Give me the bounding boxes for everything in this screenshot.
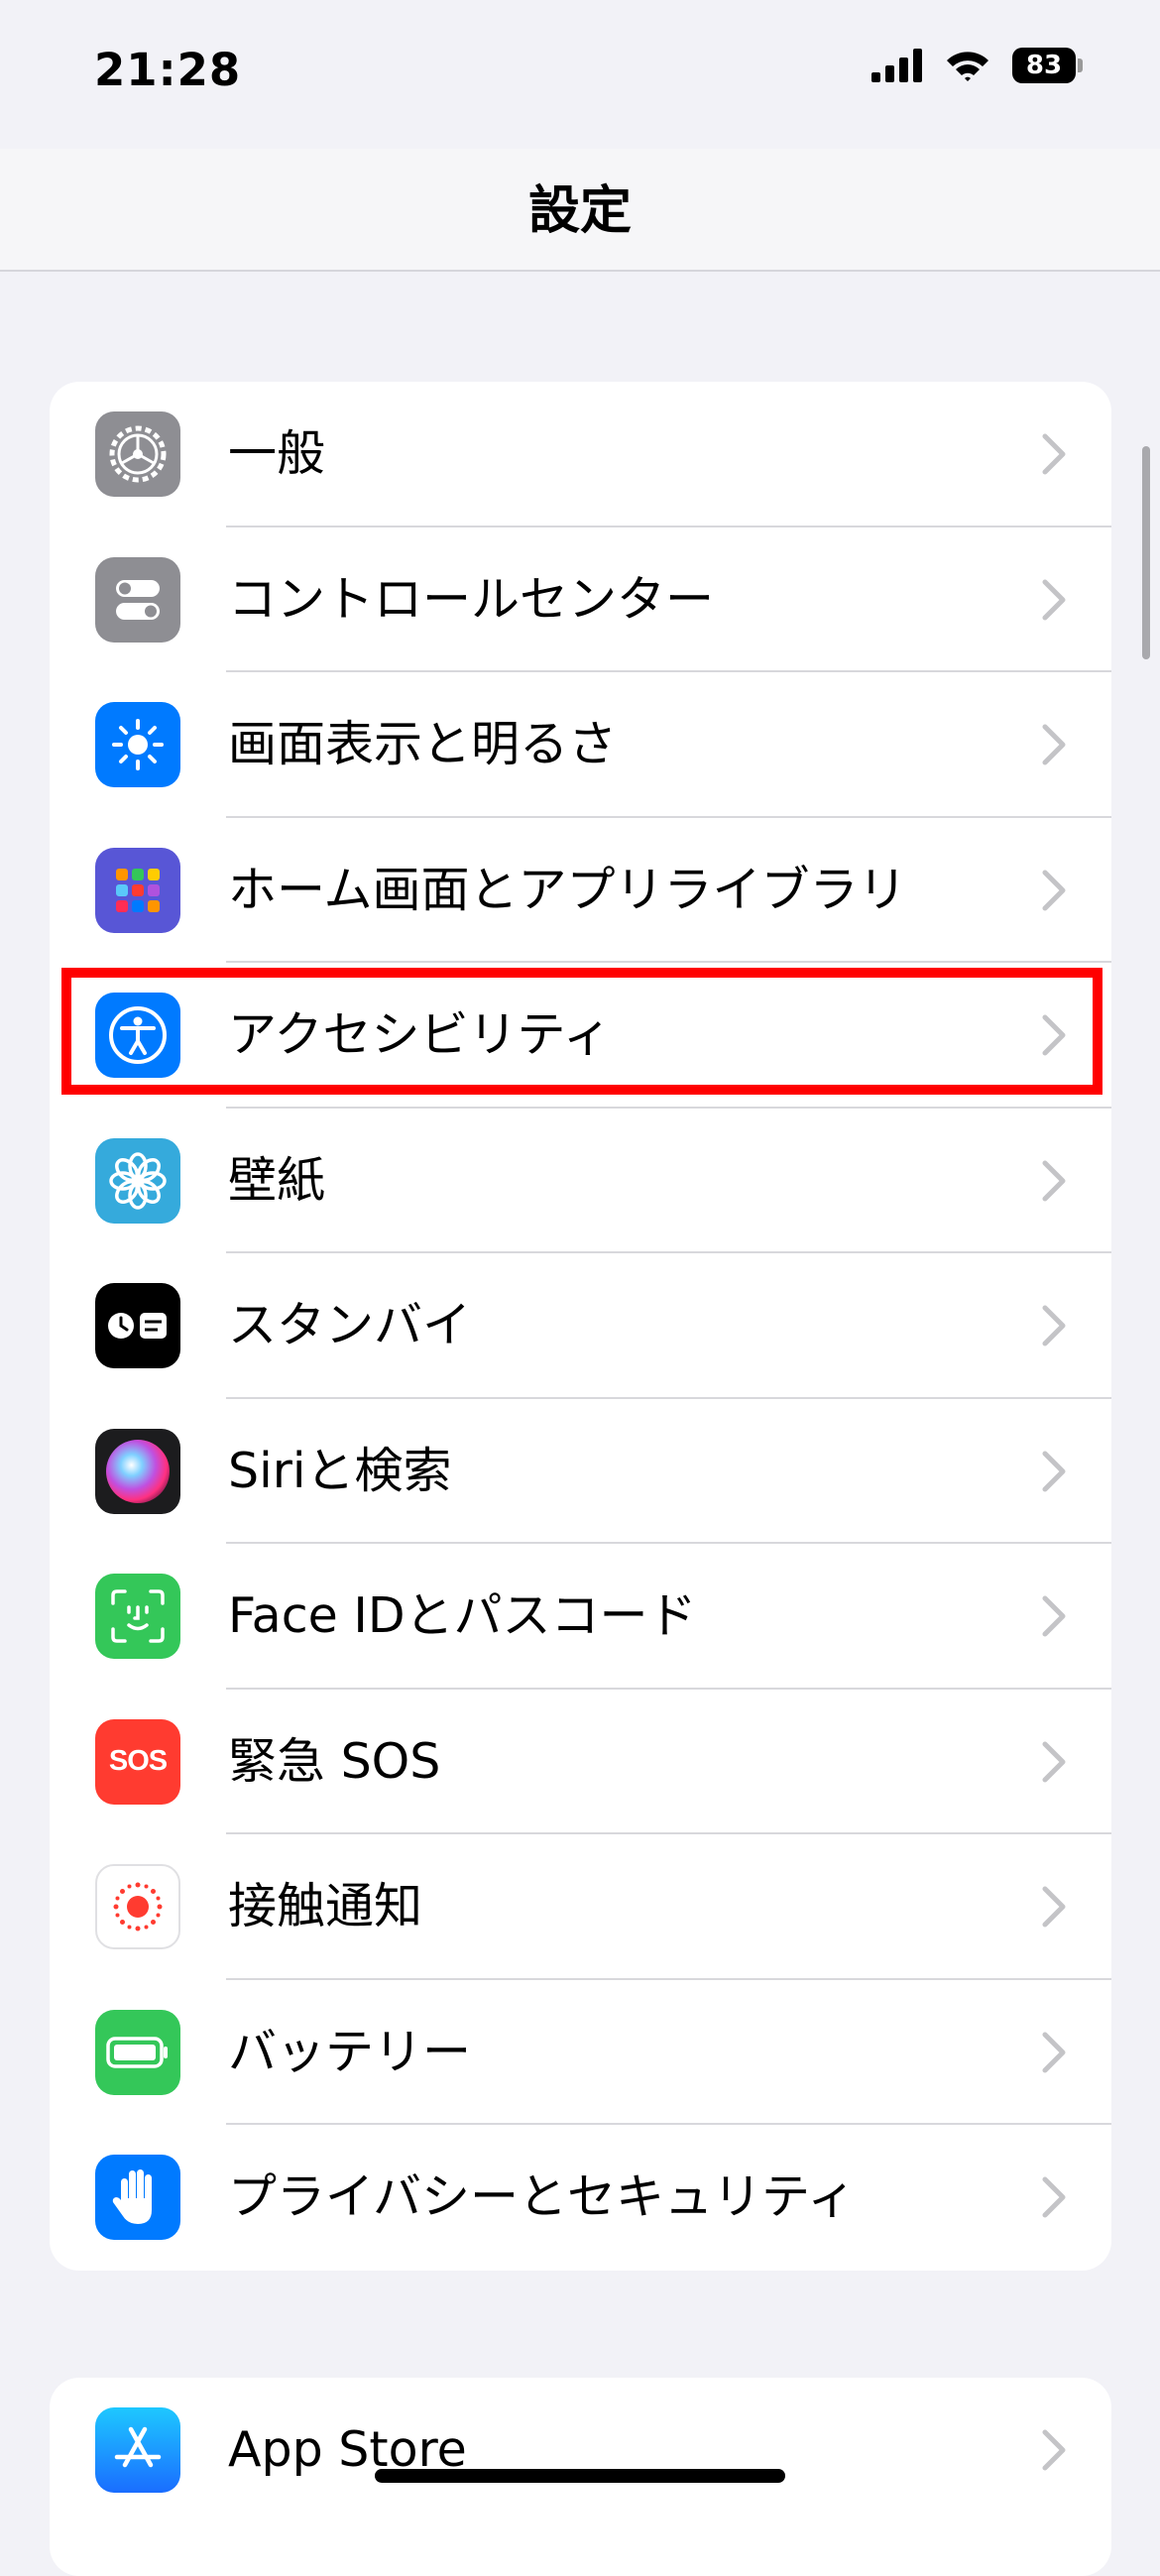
settings-row-siri-search[interactable]: Siriと検索 xyxy=(50,1399,1111,1544)
settings-row-label: バッテリー xyxy=(228,2023,472,2080)
settings-row-face-id[interactable]: Face IDとパスコード xyxy=(50,1544,1111,1690)
settings-row-emergency-sos[interactable]: SOS 緊急 SOS xyxy=(50,1690,1111,1834)
home-indicator[interactable] xyxy=(375,2469,785,2483)
status-time: 21:28 xyxy=(94,44,242,96)
settings-row-label: Siriと検索 xyxy=(228,1442,452,1499)
settings-row-label: App Store xyxy=(228,2421,467,2478)
face-id-icon xyxy=(95,1574,180,1659)
settings-row-wallpaper[interactable]: 壁紙 xyxy=(50,1109,1111,1253)
chevron-right-icon xyxy=(1042,2176,1066,2218)
chevron-right-icon xyxy=(1042,1305,1066,1347)
settings-row-label: Face IDとパスコード xyxy=(228,1587,697,1644)
wifi-icon xyxy=(947,52,988,81)
sos-icon: SOS xyxy=(95,1718,180,1805)
flower-icon xyxy=(95,1137,180,1224)
battery-icon xyxy=(95,2009,180,2095)
chevron-right-icon xyxy=(1042,2032,1066,2072)
cellular-signal-icon xyxy=(871,49,922,82)
chevron-right-icon xyxy=(1042,870,1066,910)
battery-indicator: 83 xyxy=(1012,48,1086,83)
gear-icon xyxy=(95,411,180,497)
settings-row-control-center[interactable]: コントロールセンター xyxy=(50,527,1111,672)
sun-icon xyxy=(95,702,180,787)
settings-row-label: プライバシーとセキュリティ xyxy=(228,2168,857,2225)
navigation-bar: 設定 xyxy=(0,149,1160,272)
toggles-icon xyxy=(95,556,180,643)
chevron-right-icon xyxy=(1042,1160,1066,1201)
app-store-icon xyxy=(95,2407,180,2493)
settings-row-app-store[interactable]: App Store xyxy=(50,2378,1111,2523)
settings-group-main: 一般 コントロールセンター 画面表示と明るさ ホーム画面とアプリライブラリ アク… xyxy=(50,382,1111,2271)
settings-row-label: 壁紙 xyxy=(228,1151,326,1209)
sos-icon-text: SOS xyxy=(108,1745,168,1777)
settings-row-label: 緊急 SOS xyxy=(228,1732,441,1790)
chevron-right-icon xyxy=(1042,1741,1066,1782)
settings-row-label: 一般 xyxy=(228,425,326,482)
scrollbar[interactable] xyxy=(1142,446,1150,659)
standby-icon xyxy=(95,1283,180,1368)
settings-row-label: 画面表示と明るさ xyxy=(228,716,618,772)
chevron-right-icon xyxy=(1042,2429,1066,2471)
app-grid-icon xyxy=(95,847,180,933)
chevron-right-icon xyxy=(1042,579,1066,620)
status-icons: 83 xyxy=(871,48,1086,83)
settings-row-exposure-notifications[interactable]: 接触通知 xyxy=(50,1834,1111,1980)
status-bar: 21:28 83 xyxy=(0,0,1160,149)
settings-row-label: 接触通知 xyxy=(228,1878,423,1934)
chevron-right-icon xyxy=(1042,433,1066,475)
settings-row-label: コントロールセンター xyxy=(228,570,715,628)
page-title: 設定 xyxy=(527,181,632,241)
chevron-right-icon xyxy=(1042,724,1066,765)
settings-row-privacy-security[interactable]: プライバシーとセキュリティ xyxy=(50,2125,1111,2271)
accessibility-highlight-box xyxy=(61,968,1102,1095)
settings-row-home-screen[interactable]: ホーム画面とアプリライブラリ xyxy=(50,818,1111,963)
exposure-icon xyxy=(95,1864,180,1949)
chevron-right-icon xyxy=(1042,1451,1066,1491)
hand-icon xyxy=(95,2155,180,2240)
battery-percentage: 83 xyxy=(1025,51,1063,80)
settings-row-standby[interactable]: スタンバイ xyxy=(50,1253,1111,1399)
chevron-right-icon xyxy=(1042,1595,1066,1637)
settings-row-general[interactable]: 一般 xyxy=(50,382,1111,527)
settings-row-display-brightness[interactable]: 画面表示と明るさ xyxy=(50,672,1111,818)
settings-row-label: スタンバイ xyxy=(228,1297,472,1353)
chevron-right-icon xyxy=(1042,1886,1066,1928)
settings-row-label: ホーム画面とアプリライブラリ xyxy=(228,861,907,918)
settings-row-battery[interactable]: バッテリー xyxy=(50,1980,1111,2125)
siri-icon xyxy=(95,1428,180,1514)
